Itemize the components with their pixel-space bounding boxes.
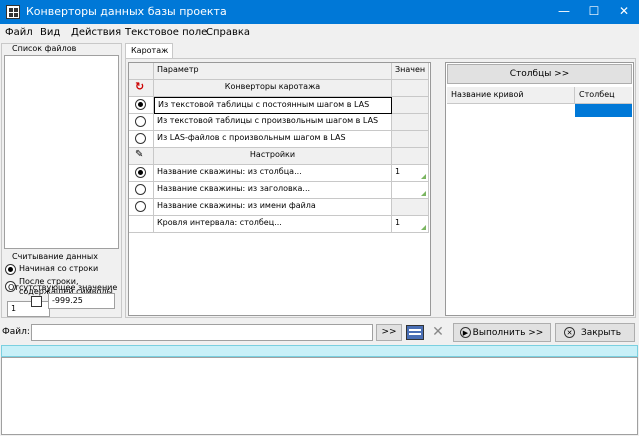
converter-option-2[interactable]: Из текстовой таблицы с произвольным шаго…	[154, 114, 392, 131]
menu-bar: Файл Вид Действия Текстовое поле Справка	[0, 24, 639, 42]
keyboard-icon[interactable]	[406, 325, 424, 340]
settings-option-2[interactable]: Название скважины: из заголовка...	[154, 182, 392, 199]
settings-radio-1[interactable]	[135, 167, 146, 178]
start-row-input[interactable]: 1	[7, 301, 50, 317]
converter-radio-3[interactable]	[135, 133, 146, 144]
window-title: Конверторы данных базы проекта	[26, 5, 227, 18]
files-list-title: Список файлов	[12, 44, 77, 53]
group-converters-label: Конверторы каротажа	[154, 80, 392, 97]
col-column[interactable]: Столбец	[575, 87, 632, 104]
grid-row[interactable]: Название скважины: из заголовка...	[129, 182, 429, 199]
title-bar: Конверторы данных базы проекта — ☐ ✕	[0, 0, 639, 24]
converter-radio-2[interactable]	[135, 116, 146, 127]
grid-header-value[interactable]: Значен	[392, 63, 429, 80]
grid-row[interactable]: Из текстовой таблицы с постоянным шагом …	[129, 97, 429, 114]
missing-value-checkbox[interactable]	[31, 296, 42, 307]
app-icon	[6, 5, 20, 19]
file-input[interactable]	[31, 324, 373, 341]
col-curve-name[interactable]: Название кривой	[447, 87, 575, 104]
grid-header-param[interactable]: Параметр	[154, 63, 392, 80]
missing-value-title: Отсутствующее значение	[8, 283, 118, 292]
close-circle-icon: ✕	[564, 327, 575, 338]
file-label: Файл:	[2, 327, 30, 337]
files-list[interactable]	[4, 55, 119, 249]
grid-group-settings: ✎ Настройки	[129, 148, 429, 165]
left-panel: Список файлов Считывание данных Начиная …	[1, 43, 122, 318]
converter-option-3[interactable]: Из LAS-файлов с произвольным шагом в LAS	[154, 131, 392, 148]
grid-row[interactable]: Название скважины: из столбца... 1	[129, 165, 429, 182]
grid-row[interactable]: Из LAS-файлов с произвольным шагом в LAS	[129, 131, 429, 148]
columns-panel: Столбцы >> Название кривой Столбец	[445, 62, 634, 316]
radio-start-row-label: Начиная со строки	[19, 264, 99, 273]
tab-logging[interactable]: Каротаж	[125, 43, 173, 59]
menu-file[interactable]: Файл	[5, 27, 33, 38]
grid-group-converters: ↻ Конверторы каротажа	[129, 80, 429, 97]
grid-header-corner	[129, 63, 154, 80]
grid-row[interactable]: Из текстовой таблицы с произвольным шаго…	[129, 114, 429, 131]
reading-data-title: Считывание данных	[12, 252, 98, 261]
maximize-button[interactable]: ☐	[579, 0, 609, 24]
menu-help[interactable]: Справка	[206, 27, 250, 38]
settings-value-4[interactable]: 1	[392, 216, 429, 233]
group-settings-label: Настройки	[154, 148, 392, 165]
settings-radio-3[interactable]	[135, 201, 146, 212]
parameter-grid: Параметр Значен ↻ Конверторы каротажа Из…	[128, 62, 431, 316]
settings-option-4[interactable]: Кровля интервала: столбец...	[154, 216, 392, 233]
radio-start-row[interactable]	[5, 264, 16, 275]
close-button[interactable]: ✕ Закрыть	[555, 323, 635, 342]
missing-value-input[interactable]: -999.25	[48, 293, 115, 309]
log-header-bar	[1, 345, 638, 357]
settings-value-1[interactable]: 1	[392, 165, 429, 182]
settings-option-3[interactable]: Название скважины: из имени файла	[154, 199, 392, 216]
settings-option-1[interactable]: Название скважины: из столбца...	[154, 165, 392, 182]
grid-row[interactable]: Кровля интервала: столбец... 1	[129, 216, 429, 233]
clear-icon[interactable]: ✕	[429, 324, 447, 341]
selected-cell[interactable]	[575, 104, 632, 117]
settings-value-2[interactable]	[392, 182, 429, 199]
pencil-icon: ✎	[129, 148, 154, 165]
converter-option-1[interactable]: Из текстовой таблицы с постоянным шагом …	[154, 97, 392, 114]
run-button[interactable]: ▶ Выполнить >>	[453, 323, 551, 342]
columns-button[interactable]: Столбцы >>	[447, 64, 632, 84]
browse-button[interactable]: >>	[376, 324, 402, 341]
grid-row[interactable]: Название скважины: из имени файла	[129, 199, 429, 216]
refresh-icon: ↻	[129, 80, 154, 97]
grid-header: Параметр Значен	[129, 63, 429, 80]
menu-view[interactable]: Вид	[40, 27, 60, 38]
close-window-button[interactable]: ✕	[609, 0, 639, 24]
converter-radio-1[interactable]	[135, 99, 146, 110]
group-converters-value	[392, 80, 429, 97]
log-area[interactable]	[1, 357, 638, 435]
play-icon: ▶	[460, 327, 471, 338]
menu-actions[interactable]: Действия	[71, 27, 121, 38]
settings-radio-2[interactable]	[135, 184, 146, 195]
minimize-button[interactable]: —	[549, 0, 579, 24]
menu-text-field[interactable]: Текстовое поле	[125, 27, 207, 38]
